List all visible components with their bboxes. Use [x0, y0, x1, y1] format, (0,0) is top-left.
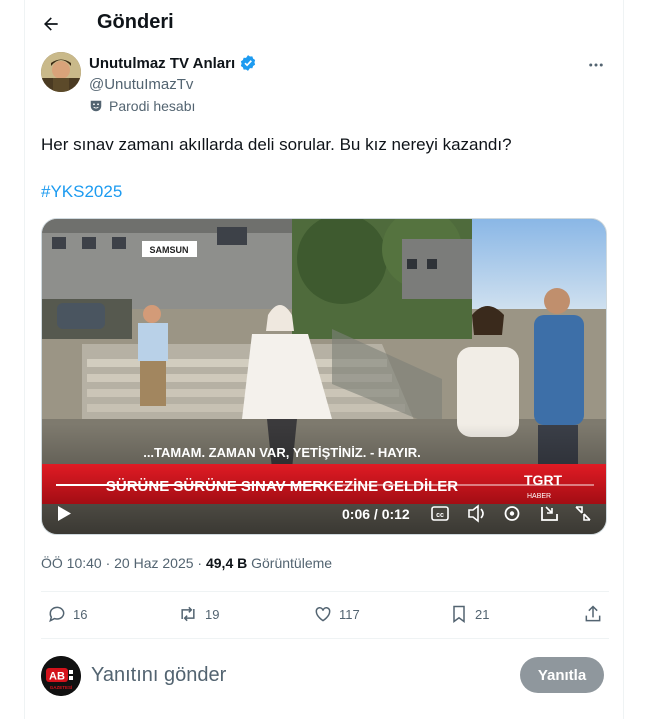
view-count: 49,4 B	[205, 555, 248, 571]
repost-count: 19	[205, 606, 220, 622]
mask-icon	[90, 100, 102, 112]
avatar-logo-subtext: GAZETESİ	[50, 684, 73, 690]
repost-action[interactable]: 19	[177, 604, 219, 624]
channel-logo-bottom: HABER	[527, 493, 551, 500]
author-avatar[interactable]	[41, 52, 81, 92]
page-title: Gönderi	[97, 11, 174, 33]
repost-icon	[181, 606, 195, 622]
svg-text:cc: cc	[436, 512, 444, 519]
author-display-name[interactable]: Unutulmaz TV Anları	[89, 55, 235, 72]
divider	[41, 638, 609, 639]
avatar-logo-text: AB	[49, 671, 65, 683]
news-headline: SÜRÜNE SÜRÜNE SINAV MERKEZİNE GELDİLER	[106, 478, 458, 495]
author-name[interactable]: Unutulmaz TV Anları	[89, 54, 257, 72]
bookmark-action[interactable]: 21	[449, 604, 489, 624]
reply-count: 16	[73, 606, 88, 622]
current-user-avatar[interactable]: AB GAZETESİ	[41, 656, 81, 696]
post-text: Her sınav zamanı akıllarda deli sorular.…	[41, 135, 512, 154]
like-action[interactable]: 117	[313, 604, 360, 624]
reply-action[interactable]: 16	[47, 604, 87, 624]
header-bar: Gönderi	[25, 0, 625, 48]
back-button[interactable]	[39, 12, 63, 36]
bookmark-icon	[453, 605, 465, 623]
action-bar: 16 19 117 21	[41, 592, 609, 638]
parody-text: Parodi hesabı	[109, 98, 196, 114]
share-action[interactable]	[583, 604, 603, 624]
hashtag-link[interactable]: #YKS2025	[41, 182, 122, 202]
location-sign: SAMSUN	[149, 245, 188, 255]
video-player[interactable]: SAMSUN ...TAMAM. ZAMAN VAR, YETİŞTİNİZ. …	[41, 218, 607, 535]
arrow-left-icon	[44, 17, 58, 31]
reply-input[interactable]: Yanıtını gönder	[91, 664, 226, 687]
reply-submit-button[interactable]: Yanıtla	[520, 657, 604, 693]
post-column: Gönderi Unutulmaz TV Anları @UnutuImazTv…	[24, 0, 624, 719]
verified-badge-icon	[241, 55, 256, 71]
post-datetime[interactable]: ÖÖ 10:40 · 20 Haz 2025 ·	[41, 555, 206, 571]
video-subtitle: ...TAMAM. ZAMAN VAR, YETİŞTİNİZ. - HAYIR…	[143, 445, 421, 460]
bookmark-count: 21	[475, 606, 490, 622]
like-count: 117	[339, 606, 360, 622]
parody-label: Parodi hesabı	[89, 98, 195, 114]
share-icon	[585, 605, 601, 622]
video-time: 0:06 / 0:12	[342, 506, 410, 522]
author-handle[interactable]: @UnutuImazTv	[89, 76, 193, 93]
video-frame: SAMSUN ...TAMAM. ZAMAN VAR, YETİŞTİNİZ. …	[42, 219, 606, 534]
post-meta: ÖÖ 10:40 · 20 Haz 2025 · 49,4 B Görüntül…	[41, 555, 332, 571]
heart-icon	[315, 606, 331, 622]
reply-icon	[49, 606, 65, 623]
more-dots-icon	[589, 63, 603, 67]
video-progress-fill	[56, 484, 325, 486]
more-options-button[interactable]	[585, 54, 607, 76]
view-label: Görüntüleme	[247, 555, 333, 571]
